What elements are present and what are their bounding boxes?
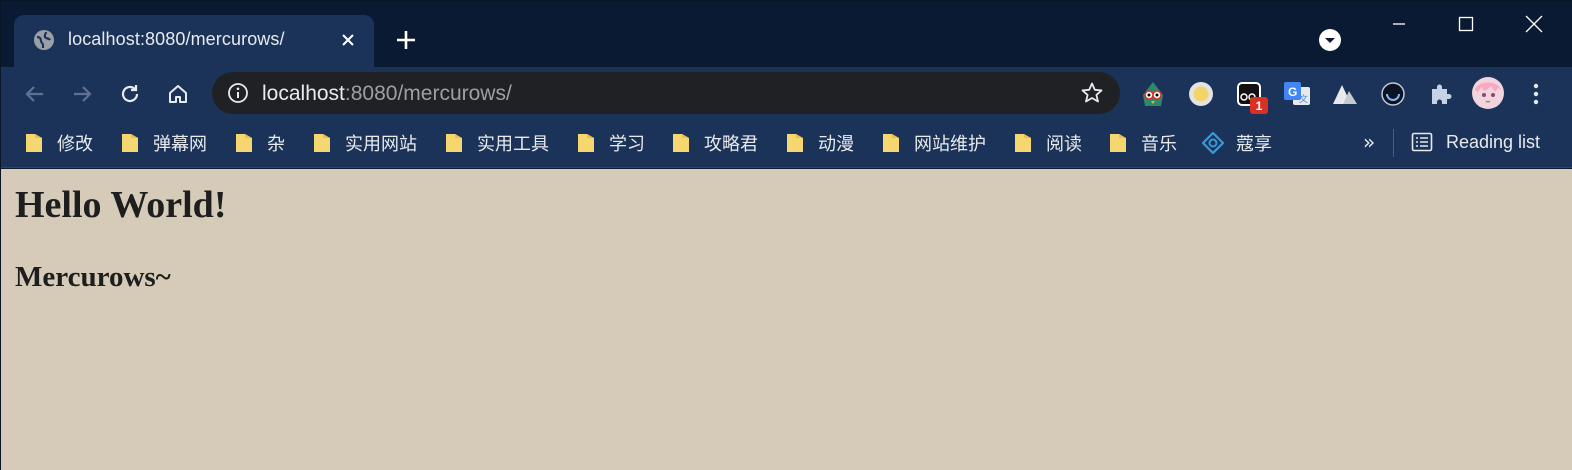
reload-button[interactable] (115, 79, 145, 109)
toolbar: localhost:8080/mercurows/ 1 G文 (1, 67, 1572, 119)
bookmark-folder[interactable]: 音乐 (1109, 131, 1177, 155)
bookmark-folder[interactable]: 实用工具 (445, 131, 549, 155)
site-icon (1201, 131, 1225, 155)
bookmark-label: 修改 (57, 134, 93, 155)
folder-icon (672, 133, 690, 153)
profile-avatar[interactable] (1471, 76, 1505, 110)
bookmark-folder[interactable]: 学习 (577, 131, 645, 155)
bookmark-label: 实用网站 (345, 134, 417, 155)
folder-icon (882, 133, 900, 153)
tab-active[interactable]: localhost:8080/mercurows/ (14, 15, 374, 67)
page-subheading: Mercurows~ (15, 261, 171, 293)
bookmarks-overflow-button[interactable]: » (1363, 130, 1375, 154)
folder-icon (313, 133, 331, 153)
bookmark-folder[interactable]: 杂 (235, 131, 285, 155)
more-menu-icon[interactable] (1521, 79, 1551, 109)
globe-icon (32, 28, 56, 52)
address-bar[interactable]: localhost:8080/mercurows/ (212, 72, 1120, 114)
bookmark-label: 杂 (267, 134, 285, 155)
svg-text:G: G (1288, 85, 1297, 99)
bookmark-label: 网站维护 (914, 134, 986, 155)
bookmark-star-icon[interactable] (1080, 81, 1104, 105)
bookmark-folder[interactable]: 阅读 (1014, 131, 1082, 155)
svg-text:文: 文 (1299, 93, 1308, 104)
bookmark-folder[interactable]: 网站维护 (882, 131, 986, 155)
bookmark-folder[interactable]: 实用网站 (313, 131, 417, 155)
new-tab-button[interactable] (392, 26, 420, 54)
extension-dark-circle-icon[interactable] (1378, 79, 1408, 109)
page-heading: Hello World! (15, 184, 227, 226)
url-path: :8080/mercurows/ (344, 82, 512, 105)
folder-icon (786, 133, 804, 153)
extension-circle-icon[interactable] (1186, 79, 1216, 109)
bookmark-label: 弹幕网 (153, 134, 207, 155)
tab-search-icon[interactable] (1318, 28, 1342, 52)
bookmark-label: 音乐 (1141, 134, 1177, 155)
bookmark-label: 蔻享 (1236, 134, 1272, 155)
close-tab-icon[interactable] (336, 28, 360, 52)
maximize-button[interactable] (1444, 7, 1488, 41)
close-window-button[interactable] (1512, 7, 1556, 41)
bookmark-label: 攻略君 (704, 134, 758, 155)
tab-strip: localhost:8080/mercurows/ (1, 1, 1572, 67)
back-button[interactable] (20, 79, 50, 109)
extension-glasses-icon[interactable]: 1 (1234, 79, 1268, 114)
bookmark-label: 动漫 (818, 134, 854, 155)
info-icon[interactable] (227, 82, 249, 104)
folder-icon (25, 133, 43, 153)
google-translate-icon[interactable]: G文 (1282, 79, 1312, 109)
extension-badge: 1 (1250, 97, 1268, 114)
folder-icon (1014, 133, 1032, 153)
folder-icon (577, 133, 595, 153)
forward-button[interactable] (67, 79, 97, 109)
extension-bird-icon[interactable] (1138, 79, 1168, 109)
folder-icon (121, 133, 139, 153)
home-button[interactable] (163, 79, 193, 109)
reading-list-icon (1411, 131, 1433, 153)
bookmark-label: 阅读 (1046, 134, 1082, 155)
extension-mountain-icon[interactable] (1330, 79, 1360, 109)
bookmarks-divider (1393, 129, 1394, 157)
minimize-button[interactable] (1377, 7, 1421, 41)
bookmark-site[interactable]: 蔻享 (1201, 131, 1272, 155)
url-host: localhost (262, 82, 345, 105)
url-text[interactable]: localhost:8080/mercurows/ (262, 82, 512, 106)
tab-title: localhost:8080/mercurows/ (68, 29, 285, 49)
bookmarks-bar: 修改 弹幕网 杂 实用网站 实用工具 学习 攻略君 动漫 网站维护 阅读 音乐 … (1, 119, 1572, 168)
folder-icon (235, 133, 253, 153)
folder-icon (445, 133, 463, 153)
page-content: Hello World! Mercurows~ (1, 169, 1572, 470)
folder-icon (1109, 133, 1127, 153)
bookmark-folder[interactable]: 修改 (25, 131, 93, 155)
bookmark-folder[interactable]: 攻略君 (672, 131, 758, 155)
bookmark-label: 学习 (609, 134, 645, 155)
reading-list-label: Reading list (1446, 131, 1541, 152)
bookmark-folder[interactable]: 弹幕网 (121, 131, 207, 155)
bookmark-label: 实用工具 (477, 134, 549, 155)
bookmark-folder[interactable]: 动漫 (786, 131, 854, 155)
reading-list-button[interactable]: Reading list (1411, 131, 1540, 153)
extensions-puzzle-icon[interactable] (1426, 79, 1456, 109)
browser-window: localhost:8080/mercurows/ localhost:8080… (0, 0, 1572, 470)
